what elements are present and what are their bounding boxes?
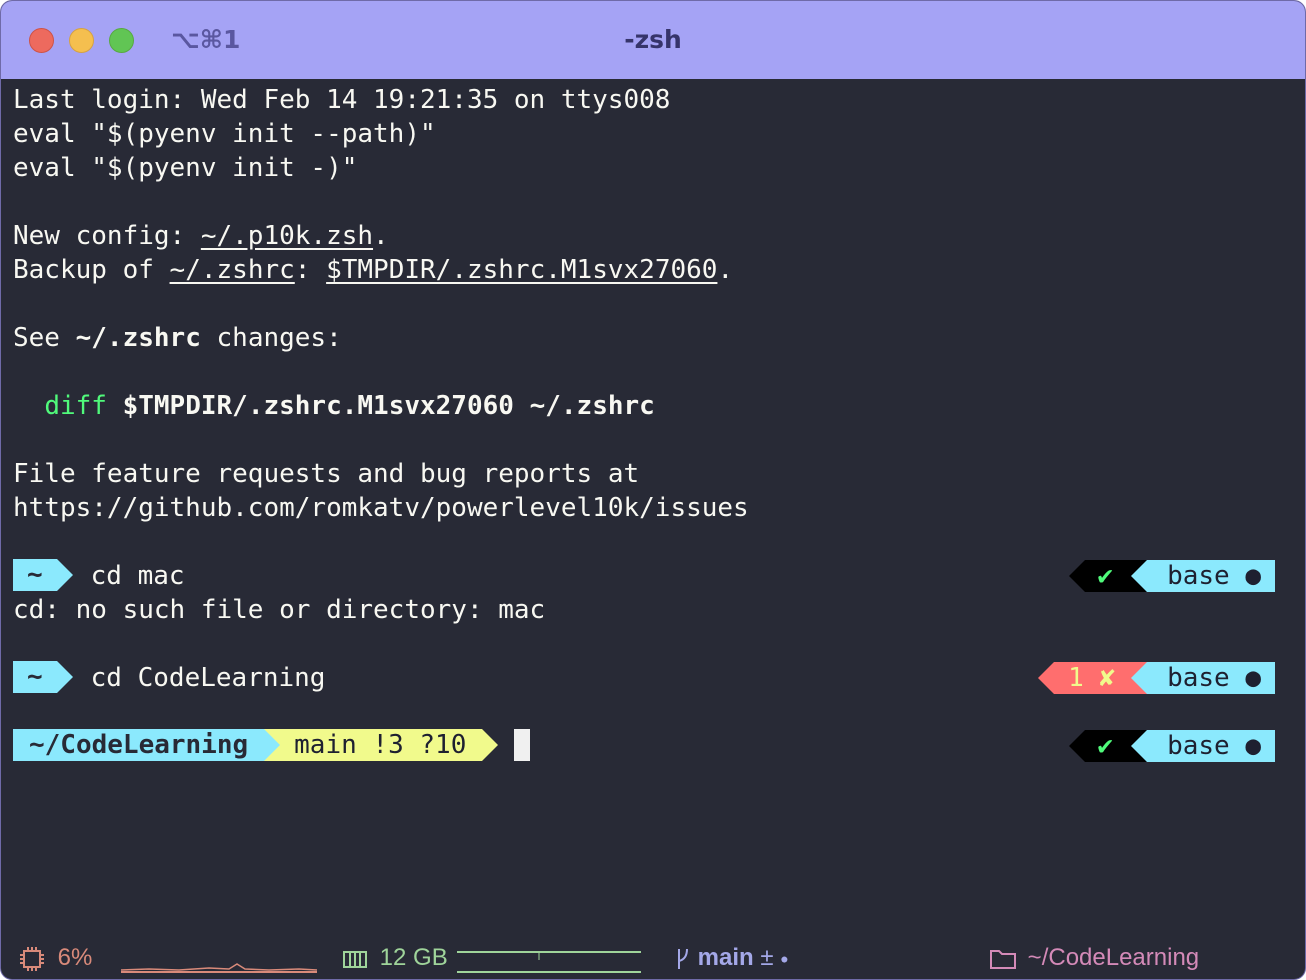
memory-indicator[interactable]: 12 GB [343, 943, 448, 973]
path-indicator[interactable]: ~/CodeLearning [989, 943, 1199, 973]
status-bar: 6% 12 GB main ± ● ~/CodeLearning [1, 937, 1305, 979]
text: : [294, 255, 327, 285]
segment-arrow [482, 729, 499, 761]
cpu-indicator[interactable]: 6% [19, 943, 92, 973]
output-line: eval "$(pyenv init --path)" [13, 119, 436, 149]
segment-arrow [56, 559, 73, 591]
python-icon: ● [1245, 731, 1261, 761]
error-output: cd: no such file or directory: mac [13, 595, 546, 625]
text: See [13, 323, 76, 353]
right-prompt: ✔ base ● [1069, 730, 1275, 762]
terminal-window: ⌥⌘1 -zsh Last login: Wed Feb 14 19:21:35… [0, 0, 1306, 980]
cpu-icon [20, 946, 44, 971]
text-cursor[interactable] [514, 729, 531, 761]
prompt-dir-segment: ~ [13, 559, 57, 591]
env-name: base [1167, 561, 1230, 591]
text: . [717, 255, 734, 285]
text: Backup of [13, 255, 170, 285]
env-segment: base ● [1147, 662, 1275, 694]
window-title: -zsh [624, 25, 682, 54]
prompt-dir-segment: ~/CodeLearning [13, 729, 265, 761]
status-ok-segment: ✔ [1085, 560, 1132, 592]
terminal-output[interactable]: Last login: Wed Feb 14 19:21:35 on ttys0… [13, 83, 749, 525]
cpu-percent: 6% [57, 944, 93, 971]
git-branch-icon [678, 948, 688, 969]
exit-code: 1 [1068, 663, 1084, 693]
segment-arrow [56, 661, 73, 693]
git-segment: main !3 ?10 [280, 729, 483, 761]
segment-arrow [1131, 662, 1148, 694]
env-segment: base ● [1147, 730, 1275, 762]
env-segment: base ● [1147, 560, 1275, 592]
right-prompt: 1 ✘ base ● [1038, 662, 1275, 694]
file-name: ~/.zshrc [75, 323, 201, 353]
issues-link[interactable]: https://github.com/romkatv/powerlevel10k… [13, 491, 749, 525]
file-link[interactable]: $TMPDIR/.zshrc.M1svx27060 [326, 255, 717, 285]
git-indicator[interactable]: main ± ● [675, 943, 789, 973]
right-prompt: ✔ base ● [1069, 560, 1275, 592]
text: changes: [200, 323, 342, 353]
active-prompt-line[interactable]: ~/CodeLearning main !3 ?10 [13, 729, 531, 763]
status-ok-segment: ✔ [1085, 730, 1132, 762]
segment-arrow [264, 729, 281, 761]
segment-arrow [1069, 560, 1086, 592]
segment-arrow [1131, 730, 1148, 762]
python-icon: ● [1245, 561, 1261, 591]
output-line: Backup of ~/.zshrc: $TMPDIR/.zshrc.M1svx… [13, 253, 749, 287]
memory-icon [343, 950, 367, 968]
file-link[interactable]: ~/.zshrc [170, 255, 295, 285]
cpu-graph [120, 963, 318, 973]
diff-command: diff [44, 391, 107, 421]
memory-graph [457, 951, 641, 973]
output-line: See ~/.zshrc changes: [13, 321, 749, 355]
cross-icon: ✘ [1099, 663, 1116, 693]
prompt-line: ~ cd CodeLearning [13, 661, 325, 695]
git-dirty-indicator: ± [760, 944, 774, 971]
file-link[interactable]: ~/.p10k.zsh [201, 221, 373, 251]
diff-args: $TMPDIR/.zshrc.M1svx27060 ~/.zshrc [106, 391, 655, 421]
git-status-dot-icon: ● [780, 950, 789, 967]
output-line: Last login: Wed Feb 14 19:21:35 on ttys0… [13, 85, 671, 115]
output-line: New config: ~/.p10k.zsh. [13, 219, 749, 253]
segment-arrow [1069, 730, 1086, 762]
current-path: ~/CodeLearning [1027, 944, 1200, 971]
prompt-dir-segment: ~ [13, 661, 57, 693]
status-error-segment: 1 ✘ [1054, 662, 1132, 694]
segment-arrow [1038, 662, 1055, 694]
output-line: File feature requests and bug reports at [13, 459, 640, 489]
text: . [373, 221, 389, 251]
prompt-command: cd CodeLearning [90, 663, 326, 693]
folder-icon [990, 949, 1016, 969]
git-branch-name: main [697, 944, 754, 971]
output-line: diff $TMPDIR/.zshrc.M1svx27060 ~/.zshrc [13, 389, 749, 423]
env-name: base [1167, 663, 1230, 693]
text: New config: [13, 221, 201, 251]
python-icon: ● [1245, 663, 1261, 693]
segment-arrow [1131, 560, 1148, 592]
output-line: eval "$(pyenv init -)" [13, 153, 358, 183]
prompt-command: cd mac [90, 561, 185, 591]
title-bar[interactable]: ⌥⌘1 -zsh [1, 1, 1305, 79]
env-name: base [1167, 731, 1230, 761]
prompt-line: ~ cd mac [13, 559, 185, 593]
memory-value: 12 GB [379, 944, 448, 971]
